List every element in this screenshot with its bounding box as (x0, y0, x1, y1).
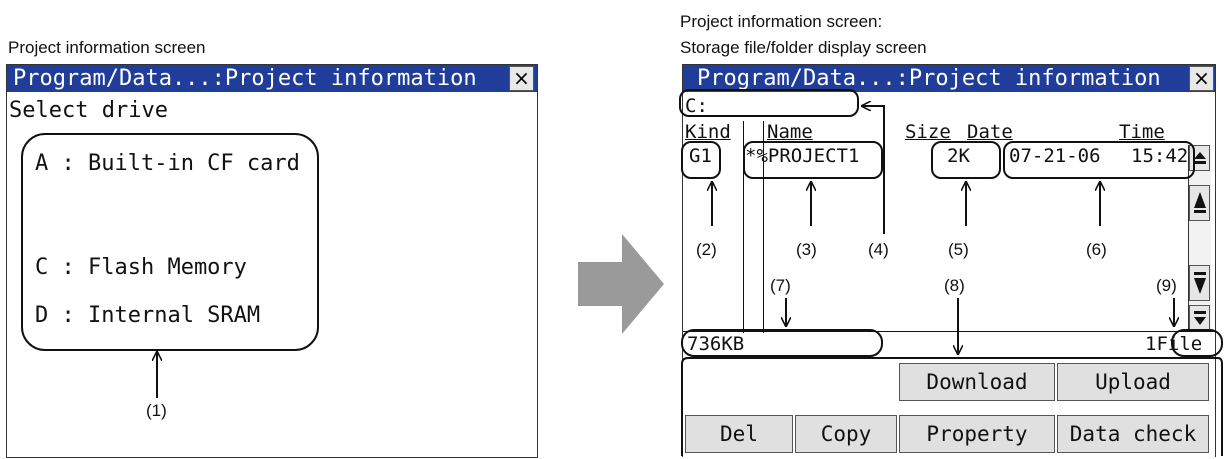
annotation-overlay (0, 89, 1223, 456)
